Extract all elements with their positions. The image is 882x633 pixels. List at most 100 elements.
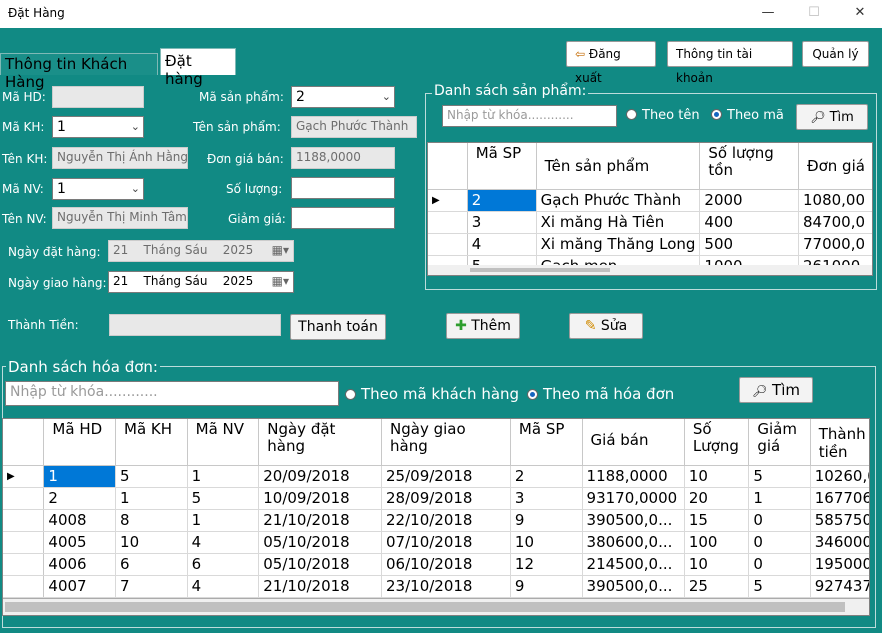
table-row[interactable]: 4008 8 1 21/10/2018 22/10/2018 9 390500,… bbox=[3, 509, 869, 532]
cell[interactable]: 10/09/2018 bbox=[258, 487, 383, 510]
quantity-input[interactable] bbox=[291, 177, 395, 199]
table-row[interactable]: 3 Xi măng Hà Tiên 400 84700,0 bbox=[428, 211, 872, 234]
radio-by-customer-id[interactable]: Theo mã khách hàng bbox=[345, 385, 519, 403]
cell[interactable]: 22/10/2018 bbox=[381, 509, 511, 532]
cell[interactable]: 1188,0000 bbox=[582, 465, 685, 488]
cell[interactable]: 5 bbox=[748, 575, 811, 598]
cell[interactable]: 21/10/2018 bbox=[258, 509, 383, 532]
employee-name-field[interactable]: Nguyễn Thị Minh Tâm bbox=[52, 207, 188, 229]
cell[interactable]: 0 bbox=[748, 531, 811, 554]
radio-by-code[interactable]: Theo mã bbox=[711, 108, 784, 123]
cell[interactable]: 9274375,0 bbox=[810, 575, 869, 598]
cell[interactable]: Xi măng Thăng Long bbox=[536, 233, 701, 256]
unit-price-field[interactable]: 1188,0000 bbox=[291, 147, 395, 169]
table-row[interactable]: 4006 6 6 05/10/2018 06/10/2018 12 214500… bbox=[3, 553, 869, 576]
col-header-unit-price[interactable]: Đơn giá bbox=[798, 143, 872, 190]
col-header-employee-id[interactable]: Mã NV bbox=[187, 419, 260, 466]
cell[interactable]: 93170,0000 bbox=[582, 487, 685, 510]
col-header-quantity[interactable]: Số Lượng bbox=[684, 419, 750, 466]
cell[interactable]: 1 bbox=[748, 487, 811, 510]
order-date-picker[interactable]: 21 Tháng Sáu 2025 ▦▾ bbox=[108, 240, 294, 262]
product-id-combo[interactable]: 2 ⌄ bbox=[291, 86, 395, 108]
col-header-product-id[interactable]: Mã SP bbox=[467, 143, 537, 190]
cell[interactable]: 07/10/2018 bbox=[381, 531, 511, 554]
cell[interactable]: 20 bbox=[684, 487, 750, 510]
cell[interactable]: 5 bbox=[187, 487, 260, 510]
pay-button[interactable]: Thanh toán bbox=[290, 314, 386, 340]
cell[interactable]: 214500,0... bbox=[582, 553, 685, 576]
cell[interactable]: 9 bbox=[510, 575, 583, 598]
invoice-id-field[interactable] bbox=[52, 86, 144, 108]
cell[interactable]: 15 bbox=[684, 509, 750, 532]
col-header-price[interactable]: Giá bán bbox=[582, 419, 685, 466]
total-field[interactable] bbox=[109, 314, 281, 336]
scrollbar-thumb[interactable] bbox=[5, 602, 845, 612]
invoice-grid-hscrollbar[interactable] bbox=[3, 599, 869, 615]
col-header-delivery-date[interactable]: Ngày giao hàng bbox=[381, 419, 511, 466]
close-button[interactable]: ✕ bbox=[840, 2, 880, 24]
cell[interactable]: 3 bbox=[467, 211, 537, 234]
cell[interactable]: 6 bbox=[115, 553, 188, 576]
cell[interactable]: 1 bbox=[115, 487, 188, 510]
cell[interactable]: 4 bbox=[467, 233, 537, 256]
table-row[interactable]: ▶ 1 5 1 20/09/2018 25/09/2018 2 1188,000… bbox=[3, 465, 869, 488]
col-header-order-date[interactable]: Ngày đặt hàng bbox=[258, 419, 383, 466]
product-search-button[interactable]: 🔎︎ Tìm bbox=[796, 104, 868, 130]
cell[interactable]: 23/10/2018 bbox=[381, 575, 511, 598]
cell[interactable]: 5 bbox=[748, 465, 811, 488]
cell[interactable]: 4 bbox=[187, 575, 260, 598]
cell[interactable]: 2000 bbox=[699, 189, 799, 212]
cell[interactable]: 1 bbox=[187, 509, 260, 532]
delivery-date-picker[interactable]: 21 Tháng Sáu 2025 ▦▾ bbox=[108, 271, 294, 293]
customer-name-field[interactable]: Nguyễn Thị Ánh Hằng bbox=[52, 147, 188, 169]
radio-by-invoice-id[interactable]: Theo mã hóa đơn bbox=[527, 385, 674, 403]
cell[interactable]: 4008 bbox=[43, 509, 117, 532]
cell[interactable]: 10 bbox=[510, 531, 583, 554]
cell[interactable]: 5 bbox=[115, 465, 188, 488]
product-grid[interactable]: Mã SP Tên sản phẩm Số lượng tồn Đơn giá … bbox=[427, 142, 873, 276]
cell[interactable]: 10 bbox=[115, 531, 188, 554]
add-button[interactable]: ✚ Thêm bbox=[446, 313, 520, 339]
cell[interactable]: 77000,0 bbox=[798, 233, 872, 256]
col-header-stock[interactable]: Số lượng tồn bbox=[699, 143, 799, 190]
cell[interactable]: 10 bbox=[684, 465, 750, 488]
edit-button[interactable]: ✎ Sửa bbox=[569, 313, 643, 339]
col-header-customer-id[interactable]: Mã KH bbox=[115, 419, 188, 466]
cell[interactable]: 10 bbox=[684, 553, 750, 576]
col-header-product-id[interactable]: Mã SP bbox=[510, 419, 583, 466]
invoice-search-input[interactable]: Nhập từ khóa............ bbox=[5, 381, 339, 406]
cell[interactable]: 21/10/2018 bbox=[258, 575, 383, 598]
minimize-button[interactable]: — bbox=[748, 2, 788, 24]
table-row[interactable]: 2 1 5 10/09/2018 28/09/2018 3 93170,0000… bbox=[3, 487, 869, 510]
product-search-input[interactable]: Nhập từ khóa............ bbox=[442, 105, 617, 127]
cell[interactable]: 10260,000 bbox=[810, 465, 869, 488]
cell[interactable]: 9 bbox=[510, 509, 583, 532]
col-header-discount[interactable]: Giảm giá bbox=[748, 419, 811, 466]
discount-input[interactable] bbox=[291, 207, 395, 229]
cell[interactable]: 1 bbox=[43, 465, 117, 488]
col-header-total[interactable]: Thành tiền bbox=[810, 419, 869, 466]
table-row[interactable]: ▶ 2 Gạch Phước Thành 2000 1080,00 bbox=[428, 189, 872, 212]
cell[interactable]: 400 bbox=[699, 211, 799, 234]
scrollbar-thumb[interactable] bbox=[470, 268, 610, 272]
cell[interactable]: Gạch Phước Thành bbox=[536, 189, 701, 212]
cell[interactable]: 390500,0... bbox=[582, 509, 685, 532]
product-name-field[interactable]: Gạch Phước Thành bbox=[291, 116, 417, 138]
cell[interactable]: 500 bbox=[699, 233, 799, 256]
cell[interactable]: 380600,0... bbox=[582, 531, 685, 554]
cell[interactable]: 7 bbox=[115, 575, 188, 598]
cell[interactable]: 84700,0 bbox=[798, 211, 872, 234]
cell[interactable]: 1677060,0 bbox=[810, 487, 869, 510]
cell[interactable]: 34600000, bbox=[810, 531, 869, 554]
account-info-button[interactable]: Thông tin tài khoản bbox=[667, 41, 793, 85]
cell[interactable]: 0 bbox=[748, 509, 811, 532]
col-header-product-name[interactable]: Tên sản phẩm bbox=[536, 143, 701, 190]
cell[interactable]: 2 bbox=[467, 189, 537, 212]
cell[interactable]: 2 bbox=[510, 465, 583, 488]
cell[interactable]: 1950000,0 bbox=[810, 553, 869, 576]
cell[interactable]: 390500,0... bbox=[582, 575, 685, 598]
cell[interactable]: 05/10/2018 bbox=[258, 553, 383, 576]
cell[interactable]: 25 bbox=[684, 575, 750, 598]
cell[interactable]: 2 bbox=[43, 487, 117, 510]
tab-customer-info[interactable]: Thông tin Khách Hàng bbox=[0, 53, 158, 91]
